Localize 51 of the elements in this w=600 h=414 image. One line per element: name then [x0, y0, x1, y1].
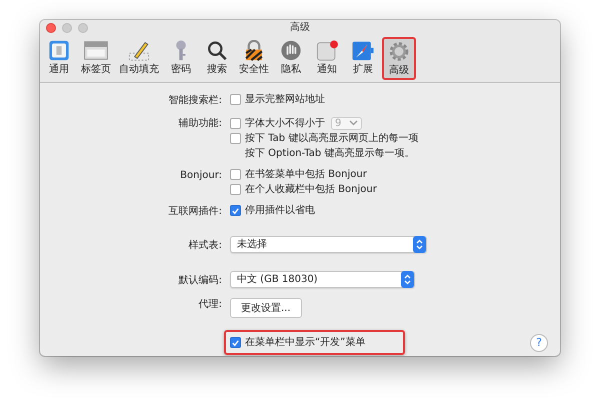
chevron-down-icon — [349, 120, 358, 126]
change-settings-button[interactable]: 更改设置... — [230, 298, 302, 318]
toolbar-tab[interactable]: 密码 — [164, 37, 198, 80]
setting-label: Bonjour: — [180, 170, 222, 181]
help-button[interactable]: ? — [530, 334, 548, 352]
checkbox-label[interactable]: 按下 Tab 键以高亮显示网页上的每一项 — [245, 133, 418, 144]
toolbar-tab[interactable]: 搜索 — [200, 37, 234, 80]
setting-label: 默认编码: — [178, 274, 222, 286]
checkbox[interactable] — [230, 133, 241, 144]
checkbox[interactable] — [230, 337, 241, 348]
setting-label: 互联网插件: — [168, 206, 222, 217]
compass-icon — [350, 40, 376, 61]
checkbox[interactable] — [230, 184, 241, 195]
setting-label: 智能搜索栏: — [168, 95, 222, 106]
checkbox-label[interactable]: 在个人收藏栏中包括 Bonjour — [245, 184, 377, 195]
checkbox-label[interactable]: 在书签菜单中包括 Bonjour — [245, 169, 367, 180]
toolbar-tab[interactable]: 标签页 — [78, 37, 114, 80]
setting-label: 样式表: — [188, 240, 222, 250]
popup-menu[interactable]: 未选择 — [230, 236, 427, 252]
minimize-button[interactable] — [62, 23, 72, 33]
setting-label: 辅助功能: — [178, 118, 222, 128]
hand-icon — [279, 40, 303, 61]
toolbar-tab[interactable]: 隐私 — [274, 37, 308, 80]
toolbar-tab[interactable]: 通知 — [310, 37, 344, 80]
up-down-arrows-icon — [413, 236, 426, 252]
toolbar-tab[interactable]: 自动填充 — [116, 37, 162, 80]
checkmark-icon — [231, 206, 240, 216]
checkbox-label[interactable]: 字体大小不得小于 — [245, 118, 325, 129]
up-down-arrows-icon — [401, 270, 414, 288]
search-icon — [205, 40, 229, 61]
checkbox[interactable] — [230, 94, 241, 106]
zoom-button[interactable] — [78, 23, 88, 33]
toolbar-tab[interactable]: 扩展 — [346, 37, 380, 80]
checkbox-label[interactable]: 在菜单栏中显示“开发”菜单 — [245, 336, 366, 348]
pencil-icon — [126, 40, 152, 61]
tabs-window-icon — [82, 40, 110, 61]
toolbar-tab[interactable]: 高级 — [382, 37, 416, 80]
checkmark-icon — [231, 338, 240, 348]
notification-icon — [314, 40, 340, 61]
checkbox[interactable] — [230, 169, 241, 180]
checkbox-label[interactable]: 停用插件以省电 — [245, 205, 315, 216]
window-title: 高级 — [290, 22, 310, 34]
toolbar-tab[interactable]: 安全性 — [236, 37, 272, 80]
hint-text: 按下 Option-Tab 键高亮显示每一项。 — [244, 148, 416, 159]
popup-menu[interactable]: 中文 (GB 18030) — [230, 270, 415, 288]
checkbox-label[interactable]: 显示完整网站地址 — [245, 94, 325, 106]
checkbox[interactable] — [230, 118, 241, 129]
toolbar-tab[interactable]: 通用 — [42, 37, 76, 80]
checkbox[interactable] — [230, 205, 241, 216]
close-button[interactable] — [46, 23, 56, 33]
setting-label: 代理: — [198, 298, 222, 310]
